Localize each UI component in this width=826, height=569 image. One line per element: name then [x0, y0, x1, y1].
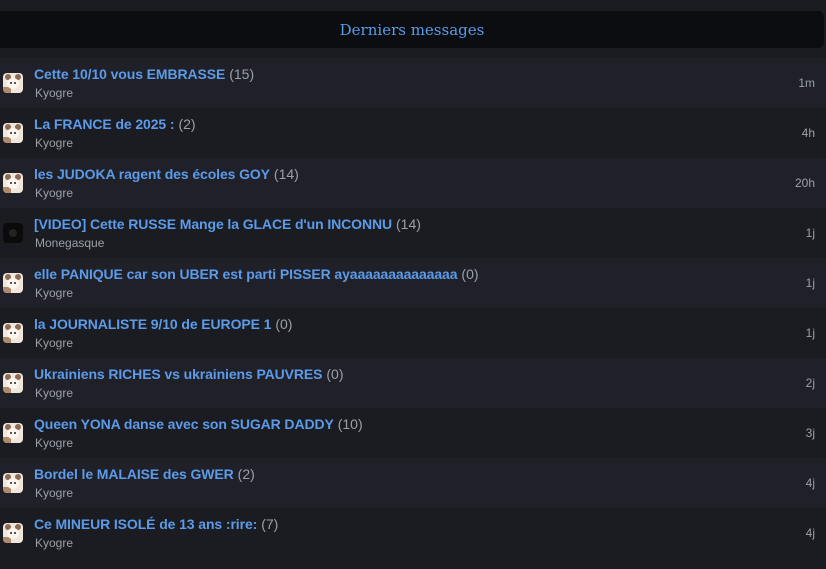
topic-link[interactable]: Queen YONA danse avec son SUGAR DADDY: [34, 416, 334, 432]
reply-count: (7): [261, 516, 279, 532]
topic-title-line: Ukrainiens RICHES vs ukrainiens PAUVRES(…: [34, 366, 344, 382]
dark-avatar-icon[interactable]: [3, 223, 23, 243]
hamster-avatar-icon[interactable]: [3, 73, 23, 93]
topic-time: 1m: [798, 76, 815, 90]
topic-list: Cette 10/10 vous EMBRASSE (15) Kyogre 1m …: [0, 58, 826, 558]
topic-title-line: [VIDEO] Cette RUSSE Mange la GLACE d'un …: [34, 216, 421, 232]
reply-count: (15): [229, 66, 255, 82]
topic-link[interactable]: les JUDOKA ragent des écoles GOY: [34, 166, 270, 182]
topic-author[interactable]: Kyogre: [35, 486, 73, 500]
topic-row[interactable]: [VIDEO] Cette RUSSE Mange la GLACE d'un …: [0, 208, 826, 258]
reply-count: (0): [326, 366, 344, 382]
topic-author[interactable]: Monegasque: [35, 236, 104, 250]
hamster-avatar-icon[interactable]: [3, 273, 23, 293]
reply-count: (0): [275, 316, 293, 332]
topic-time: 3j: [805, 426, 815, 440]
topic-author[interactable]: Kyogre: [35, 136, 73, 150]
topic-title-line: Cette 10/10 vous EMBRASSE (15): [34, 66, 254, 82]
topic-title-line: Queen YONA danse avec son SUGAR DADDY (10…: [34, 416, 363, 432]
topic-row[interactable]: Bordel le MALAISE des GWER (2) Kyogre 4j: [0, 458, 826, 508]
topic-title-line: Ce MINEUR ISOLÉ de 13 ans :rire: (7): [34, 516, 278, 532]
topic-author[interactable]: Kyogre: [35, 186, 73, 200]
topic-link[interactable]: Cette 10/10 vous EMBRASSE: [34, 66, 225, 82]
topic-time: 1j: [805, 276, 815, 290]
topic-time: 4j: [805, 526, 815, 540]
topic-link[interactable]: Ukrainiens RICHES vs ukrainiens PAUVRES: [34, 366, 322, 382]
topic-row[interactable]: Ce MINEUR ISOLÉ de 13 ans :rire: (7) Kyog…: [0, 508, 826, 558]
reply-count: (10): [337, 416, 363, 432]
topic-author[interactable]: Kyogre: [35, 386, 73, 400]
topic-link[interactable]: elle PANIQUE car son UBER est parti PISS…: [34, 266, 458, 282]
latest-messages-header: Derniers messages: [0, 11, 824, 48]
reply-count: (2): [237, 466, 255, 482]
topic-author[interactable]: Kyogre: [35, 86, 73, 100]
topic-time: 4h: [801, 126, 815, 140]
reply-count: (14): [273, 166, 299, 182]
topic-title-line: Bordel le MALAISE des GWER (2): [34, 466, 255, 482]
topic-row[interactable]: La FRANCE de 2025 : (2) Kyogre 4h: [0, 108, 826, 158]
topic-row[interactable]: elle PANIQUE car son UBER est parti PISS…: [0, 258, 826, 308]
hamster-avatar-icon[interactable]: [3, 323, 23, 343]
topic-row[interactable]: Cette 10/10 vous EMBRASSE (15) Kyogre 1m: [0, 58, 826, 108]
topic-title-line: La FRANCE de 2025 : (2): [34, 116, 196, 132]
reply-count: (2): [178, 116, 196, 132]
reply-count: (14): [396, 216, 421, 232]
topic-link[interactable]: Bordel le MALAISE des GWER: [34, 466, 234, 482]
topic-author[interactable]: Kyogre: [35, 536, 73, 550]
hamster-avatar-icon[interactable]: [3, 123, 23, 143]
topic-row[interactable]: les JUDOKA ragent des écoles GOY (14) Kyo…: [0, 158, 826, 208]
reply-count: (0): [461, 266, 479, 282]
topic-time: 20h: [794, 176, 815, 190]
hamster-avatar-icon[interactable]: [3, 373, 23, 393]
topic-title-line: elle PANIQUE car son UBER est parti PISS…: [34, 266, 479, 282]
topic-time: 4j: [805, 476, 815, 490]
topic-row[interactable]: la JOURNALISTE 9/10 de EUROPE 1 (0) Kyogr…: [0, 308, 826, 358]
topic-author[interactable]: Kyogre: [35, 436, 73, 450]
hamster-avatar-icon[interactable]: [3, 423, 23, 443]
topic-title-line: la JOURNALISTE 9/10 de EUROPE 1 (0): [34, 316, 292, 332]
header-title: Derniers messages: [339, 20, 485, 39]
topic-row[interactable]: Ukrainiens RICHES vs ukrainiens PAUVRES(…: [0, 358, 826, 408]
topic-time: 1j: [805, 226, 815, 240]
topic-author[interactable]: Kyogre: [35, 336, 73, 350]
topic-time: 2j: [805, 376, 815, 390]
topic-link[interactable]: La FRANCE de 2025 :: [34, 116, 175, 132]
hamster-avatar-icon[interactable]: [3, 523, 23, 543]
topic-title-line: les JUDOKA ragent des écoles GOY (14): [34, 166, 299, 182]
hamster-avatar-icon[interactable]: [3, 173, 23, 193]
topic-link[interactable]: la JOURNALISTE 9/10 de EUROPE 1: [34, 316, 271, 332]
topic-author[interactable]: Kyogre: [35, 286, 73, 300]
hamster-avatar-icon[interactable]: [3, 473, 23, 493]
topic-link[interactable]: [VIDEO] Cette RUSSE Mange la GLACE d'un …: [34, 216, 392, 232]
topic-link[interactable]: Ce MINEUR ISOLÉ de 13 ans :rire:: [34, 516, 257, 532]
topic-time: 1j: [805, 326, 815, 340]
topic-row[interactable]: Queen YONA danse avec son SUGAR DADDY (10…: [0, 408, 826, 458]
